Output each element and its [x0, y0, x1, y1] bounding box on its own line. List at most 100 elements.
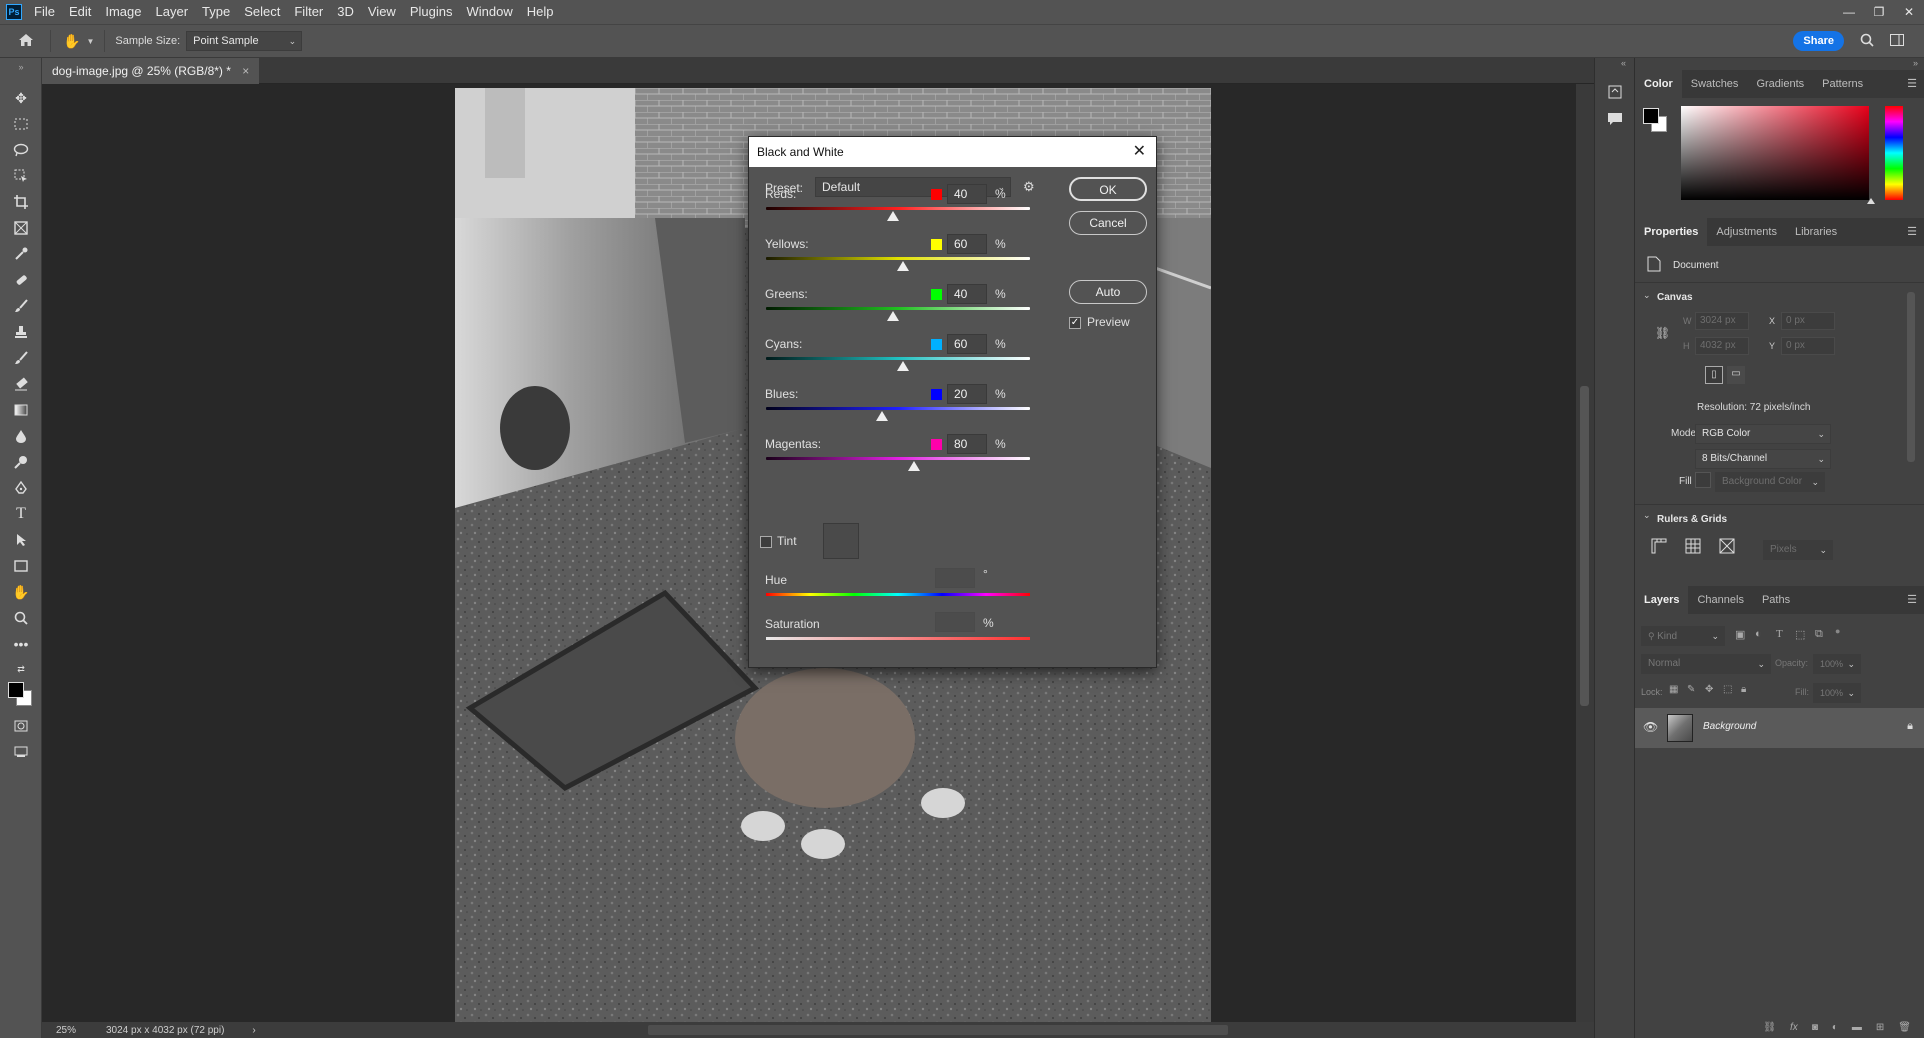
preset-options-gear-icon[interactable]: ⚙	[1023, 179, 1035, 195]
new-group-icon[interactable]: ▬	[1852, 1022, 1862, 1033]
layer-fill-field[interactable]: 100% ⌄	[1813, 683, 1861, 703]
ruler-icon[interactable]	[1651, 538, 1667, 557]
greens-slider-track[interactable]	[766, 307, 1030, 310]
tab-libraries[interactable]: Libraries	[1786, 218, 1846, 246]
landscape-orientation-icon[interactable]: ▭	[1727, 366, 1745, 384]
filter-pixel-icon[interactable]: ▣	[1735, 628, 1745, 641]
menu-type[interactable]: Type	[195, 0, 237, 24]
tab-paths[interactable]: Paths	[1753, 586, 1799, 614]
minimize-button[interactable]: —	[1834, 5, 1864, 19]
eyedropper-tool-icon[interactable]	[10, 244, 32, 264]
tab-patterns[interactable]: Patterns	[1813, 70, 1872, 98]
add-mask-icon[interactable]: ◙	[1812, 1022, 1818, 1033]
filter-adjustment-icon[interactable]: ◐	[1755, 628, 1762, 640]
panel-menu-icon[interactable]: ☰	[1898, 218, 1924, 246]
hue-field[interactable]	[935, 568, 975, 588]
filter-smart-object-icon[interactable]: ⧉	[1815, 628, 1823, 641]
object-select-tool-icon[interactable]	[10, 166, 32, 186]
marquee-tool-icon[interactable]	[10, 114, 32, 134]
comments-panel-icon[interactable]	[1607, 112, 1623, 131]
brush-tool-icon[interactable]	[10, 296, 32, 316]
preview-checkbox[interactable]: ✓	[1069, 317, 1081, 329]
menu-plugins[interactable]: Plugins	[403, 0, 460, 24]
layer-row[interactable]: 👁︎ Background 🔒︎	[1635, 708, 1924, 748]
healing-brush-tool-icon[interactable]	[10, 270, 32, 290]
x-field[interactable]: 0 px	[1781, 312, 1835, 330]
hand-tool-icon[interactable]: ✋	[10, 582, 32, 602]
fill-color-chip[interactable]	[1695, 472, 1711, 488]
menu-layer[interactable]: Layer	[149, 0, 196, 24]
magentas-value-field[interactable]: 80	[947, 434, 987, 454]
tab-swatches[interactable]: Swatches	[1682, 70, 1748, 98]
filter-toggle-icon[interactable]: ●	[1835, 626, 1840, 636]
new-layer-icon[interactable]: ⊞	[1876, 1022, 1884, 1033]
y-field[interactable]: 0 px	[1781, 337, 1835, 355]
cyans-value-field[interactable]: 60	[947, 334, 987, 354]
hue-slider[interactable]	[1885, 106, 1903, 200]
magentas-slider-thumb[interactable]	[908, 461, 920, 471]
dodge-tool-icon[interactable]	[10, 452, 32, 472]
chevron-down-icon[interactable]: ⌄	[1643, 290, 1651, 301]
lock-all-icon[interactable]: 🔒︎	[1741, 684, 1746, 695]
eraser-tool-icon[interactable]	[10, 374, 32, 394]
guides-icon[interactable]	[1719, 538, 1735, 557]
close-icon[interactable]: ✕	[1133, 137, 1146, 167]
filter-type-icon[interactable]: T	[1776, 628, 1783, 640]
close-tab-icon[interactable]: ×	[242, 64, 249, 78]
zoom-level[interactable]: 25%	[56, 1025, 106, 1036]
clone-stamp-tool-icon[interactable]	[10, 322, 32, 342]
magentas-slider-track[interactable]	[766, 457, 1030, 460]
delete-layer-icon[interactable]: 🗑︎	[1898, 1022, 1911, 1033]
lock-transparent-icon[interactable]: ▦	[1669, 684, 1678, 695]
collapse-arrows-icon[interactable]: »	[1913, 58, 1918, 68]
frame-tool-icon[interactable]	[10, 218, 32, 238]
bit-depth-select[interactable]: 8 Bits/Channel ⌄	[1695, 449, 1831, 469]
menu-image[interactable]: Image	[98, 0, 148, 24]
tab-adjustments[interactable]: Adjustments	[1707, 218, 1786, 246]
color-picker-field[interactable]	[1681, 106, 1869, 200]
more-tools-icon[interactable]: •••	[10, 634, 32, 654]
rectangle-tool-icon[interactable]	[10, 556, 32, 576]
auto-button[interactable]: Auto	[1069, 280, 1147, 304]
hue-slider-track[interactable]	[766, 593, 1030, 596]
panel-menu-icon[interactable]: ☰	[1898, 586, 1924, 614]
blur-tool-icon[interactable]	[10, 426, 32, 446]
zoom-tool-icon[interactable]	[10, 608, 32, 628]
share-button[interactable]: Share	[1793, 31, 1844, 51]
ok-button[interactable]: OK	[1069, 177, 1147, 201]
foreground-color-chip[interactable]	[1643, 108, 1659, 124]
tab-layers[interactable]: Layers	[1635, 586, 1689, 614]
menu-file[interactable]: File	[27, 0, 62, 24]
tint-color-swatch[interactable]	[823, 523, 859, 559]
status-arrow-icon[interactable]: ›	[252, 1025, 255, 1036]
cyans-slider-track[interactable]	[766, 357, 1030, 360]
vertical-scroll-thumb[interactable]	[1580, 386, 1589, 706]
saturation-slider-track[interactable]	[766, 637, 1030, 640]
tint-checkbox[interactable]	[760, 536, 772, 548]
reds-slider-thumb[interactable]	[887, 211, 899, 221]
layer-name[interactable]: Background	[1703, 721, 1756, 732]
screen-mode-icon[interactable]	[10, 742, 32, 762]
tab-color[interactable]: Color	[1635, 70, 1682, 98]
menu-filter[interactable]: Filter	[287, 0, 330, 24]
horizontal-scrollbar[interactable]	[648, 1025, 1228, 1035]
blend-mode-select[interactable]: Normal ⌄	[1641, 654, 1771, 674]
menu-3d[interactable]: 3D	[330, 0, 361, 24]
collapse-arrows-icon[interactable]: »	[10, 62, 32, 72]
quick-mask-icon[interactable]	[10, 716, 32, 736]
saturation-field[interactable]	[935, 612, 975, 632]
link-icon[interactable]: ⛓	[1655, 326, 1670, 340]
restore-button[interactable]: ❐	[1864, 5, 1894, 19]
history-panel-icon[interactable]	[1607, 84, 1623, 105]
blues-slider-thumb[interactable]	[876, 411, 888, 421]
yellows-slider-thumb[interactable]	[897, 261, 909, 271]
fill-select[interactable]: Background Color ⌄	[1715, 472, 1825, 492]
lock-artboard-icon[interactable]: ⬚	[1723, 684, 1732, 695]
portrait-orientation-icon[interactable]: ▯	[1705, 366, 1723, 384]
opacity-field[interactable]: 100% ⌄	[1813, 654, 1861, 674]
dialog-titlebar[interactable]: Black and White ✕	[749, 137, 1156, 167]
canvas-section-header[interactable]: Canvas	[1657, 292, 1693, 303]
panel-menu-icon[interactable]: ☰	[1898, 70, 1924, 98]
grid-icon[interactable]	[1685, 538, 1701, 557]
link-layers-icon[interactable]: ⛓	[1763, 1022, 1776, 1033]
